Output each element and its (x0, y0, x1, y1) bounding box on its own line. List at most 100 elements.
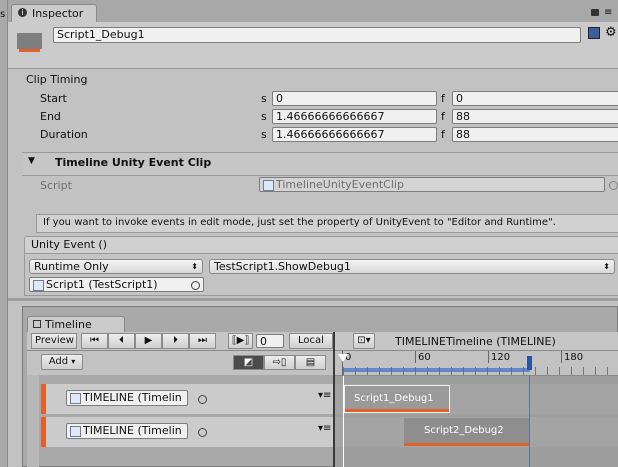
ruler-major-tick (488, 351, 489, 363)
track-header-1[interactable]: TIMELINE (Timelin ▾≡ (41, 384, 333, 414)
tab-timeline-label: Timeline (45, 318, 92, 331)
track-menu-icon[interactable]: ▾≡ (318, 390, 331, 401)
clip-timing-title: Clip Timing (26, 73, 88, 86)
frame-field[interactable]: 0 (256, 334, 284, 348)
dropdown-arrow-icon: ▾ (71, 357, 76, 366)
start-frames-field[interactable]: 0 (452, 91, 618, 106)
ruler-tick-120: 120 (491, 352, 511, 363)
duration-label: Duration (40, 128, 88, 141)
target-object-field[interactable]: Script1 (TestScript1) (29, 277, 204, 292)
timeline-icon (33, 320, 41, 328)
track-header-gutter (27, 375, 39, 467)
track-binding-field[interactable]: TIMELINE (Timelin (66, 390, 188, 406)
end-s-label: s (261, 110, 267, 123)
edit-mode-replace-button[interactable]: ▤ (295, 355, 326, 370)
goto-end-button[interactable]: ⏭ (189, 333, 216, 349)
duration-s-label: s (261, 128, 267, 141)
track-menu-icon[interactable]: ▾≡ (318, 423, 331, 434)
playhead-icon[interactable] (338, 354, 348, 362)
script-label: Script (40, 179, 72, 192)
track-object-picker-icon[interactable] (198, 394, 207, 407)
next-frame-button[interactable]: ⏵ (162, 333, 189, 349)
local-button[interactable]: Local (289, 333, 333, 349)
end-seconds-field[interactable]: 1.46666666666667 (272, 109, 437, 124)
help-box: If you want to invoke events in edit mod… (36, 214, 618, 233)
gameobject-icon (17, 33, 42, 54)
timeline-asset-icon (70, 392, 81, 404)
function-value: TestScript1.ShowDebug1 (214, 260, 351, 273)
clip-label: Script2_Debug2 (424, 425, 504, 436)
ruler-tick-180: 180 (564, 352, 584, 363)
tab-inspector-label: Inspector (32, 7, 84, 20)
goto-start-button[interactable]: ⏮ (81, 333, 108, 349)
duration-frames-field[interactable]: 88 (452, 127, 618, 142)
foldout-triangle-icon[interactable]: ▼ (28, 156, 35, 166)
track-header-2[interactable]: TIMELINE (Timelin ▾≡ (41, 417, 333, 447)
start-seconds-field[interactable]: 0 (272, 91, 437, 106)
end-f-label: f (441, 110, 445, 123)
menu-icon[interactable]: ≡ (604, 8, 612, 18)
call-mode-dropdown[interactable]: Runtime Only ⬍ (29, 259, 203, 274)
track-object-picker-icon[interactable] (198, 427, 207, 440)
start-f-label: f (441, 92, 445, 105)
script-asset-icon (263, 179, 274, 191)
left-panel-fragment-icon: s (0, 9, 6, 20)
function-dropdown[interactable]: TestScript1.ShowDebug1 ⬍ (209, 259, 615, 274)
start-label: Start (40, 92, 67, 105)
ruler-major-tick (561, 351, 562, 363)
add-track-button[interactable]: Add ▾ (41, 354, 83, 370)
range-end-marker (527, 356, 532, 370)
timeline-asset-title: TIMELINETimeline (TIMELINE) (395, 335, 556, 348)
clip-script1-debug1[interactable]: Script1_Debug1 (344, 385, 450, 413)
help-text: If you want to invoke events in edit mod… (43, 217, 556, 228)
time-ruler[interactable]: 0 60 120 180 (335, 351, 618, 376)
tab-timeline[interactable]: Timeline (27, 316, 125, 333)
section-divider (8, 298, 618, 301)
book-icon[interactable] (588, 27, 600, 39)
lock-icon[interactable] (591, 9, 599, 16)
ruler-tick-60: 60 (418, 352, 431, 363)
track-binding-value: TIMELINE (Timelin (83, 424, 182, 437)
info-icon: i (18, 8, 27, 17)
component-title: Timeline Unity Event Clip (55, 156, 212, 169)
start-s-label: s (261, 92, 267, 105)
track-binding-field[interactable]: TIMELINE (Timelin (66, 423, 188, 439)
duration-seconds-field[interactable]: 1.46666666666667 (272, 127, 437, 142)
script-field-value: TimelineUnityEventClip (276, 178, 404, 191)
edit-mode-ripple-button[interactable]: ⇨▯ (264, 355, 295, 370)
play-range-button[interactable]: ⟦▶⟧ (228, 333, 253, 349)
object-picker-icon[interactable] (609, 180, 618, 193)
play-button[interactable]: ▶ (135, 333, 162, 349)
ruler-major-tick (415, 351, 416, 363)
target-picker-icon[interactable] (191, 280, 200, 293)
asset-dropdown[interactable]: ⊡▾ (353, 333, 375, 349)
clip-script2-debug2[interactable]: Script2_Debug2 (404, 418, 529, 446)
gear-icon[interactable]: ⚙ (605, 26, 617, 39)
target-value: Script1 (TestScript1) (46, 278, 158, 291)
add-track-label: Add (48, 356, 69, 367)
prev-frame-button[interactable]: ⏴ (108, 333, 135, 349)
dropdown-arrow-icon: ⬍ (191, 262, 198, 271)
clip-color-bar (345, 409, 449, 412)
call-mode-value: Runtime Only (34, 260, 109, 273)
object-name-field[interactable]: Script1_Debug1 (53, 27, 581, 43)
tab-bar (8, 0, 618, 23)
end-frames-field[interactable]: 88 (452, 109, 618, 124)
script-field[interactable]: TimelineUnityEventClip (259, 177, 605, 192)
clip-label: Script1_Debug1 (354, 393, 434, 404)
unity-event-header: Unity Event () (24, 236, 618, 254)
dropdown-arrow-icon: ⬍ (603, 262, 610, 271)
clip-range-highlight (343, 368, 530, 372)
duration-f-label: f (441, 128, 445, 141)
tab-inspector[interactable]: i Inspector (11, 4, 97, 23)
preview-button[interactable]: Preview (31, 333, 77, 349)
script-object-icon (33, 279, 44, 291)
left-panel-edge (0, 0, 8, 467)
component-header[interactable]: ▼ Timeline Unity Event Clip (22, 152, 618, 176)
end-label: End (40, 110, 61, 123)
track-binding-value: TIMELINE (Timelin (83, 391, 182, 404)
timeline-asset-icon (70, 425, 81, 437)
clip-color-bar (404, 443, 529, 446)
unity-event-title: Unity Event () (31, 238, 107, 251)
edit-mode-mix-button[interactable]: ◩ (233, 355, 264, 370)
